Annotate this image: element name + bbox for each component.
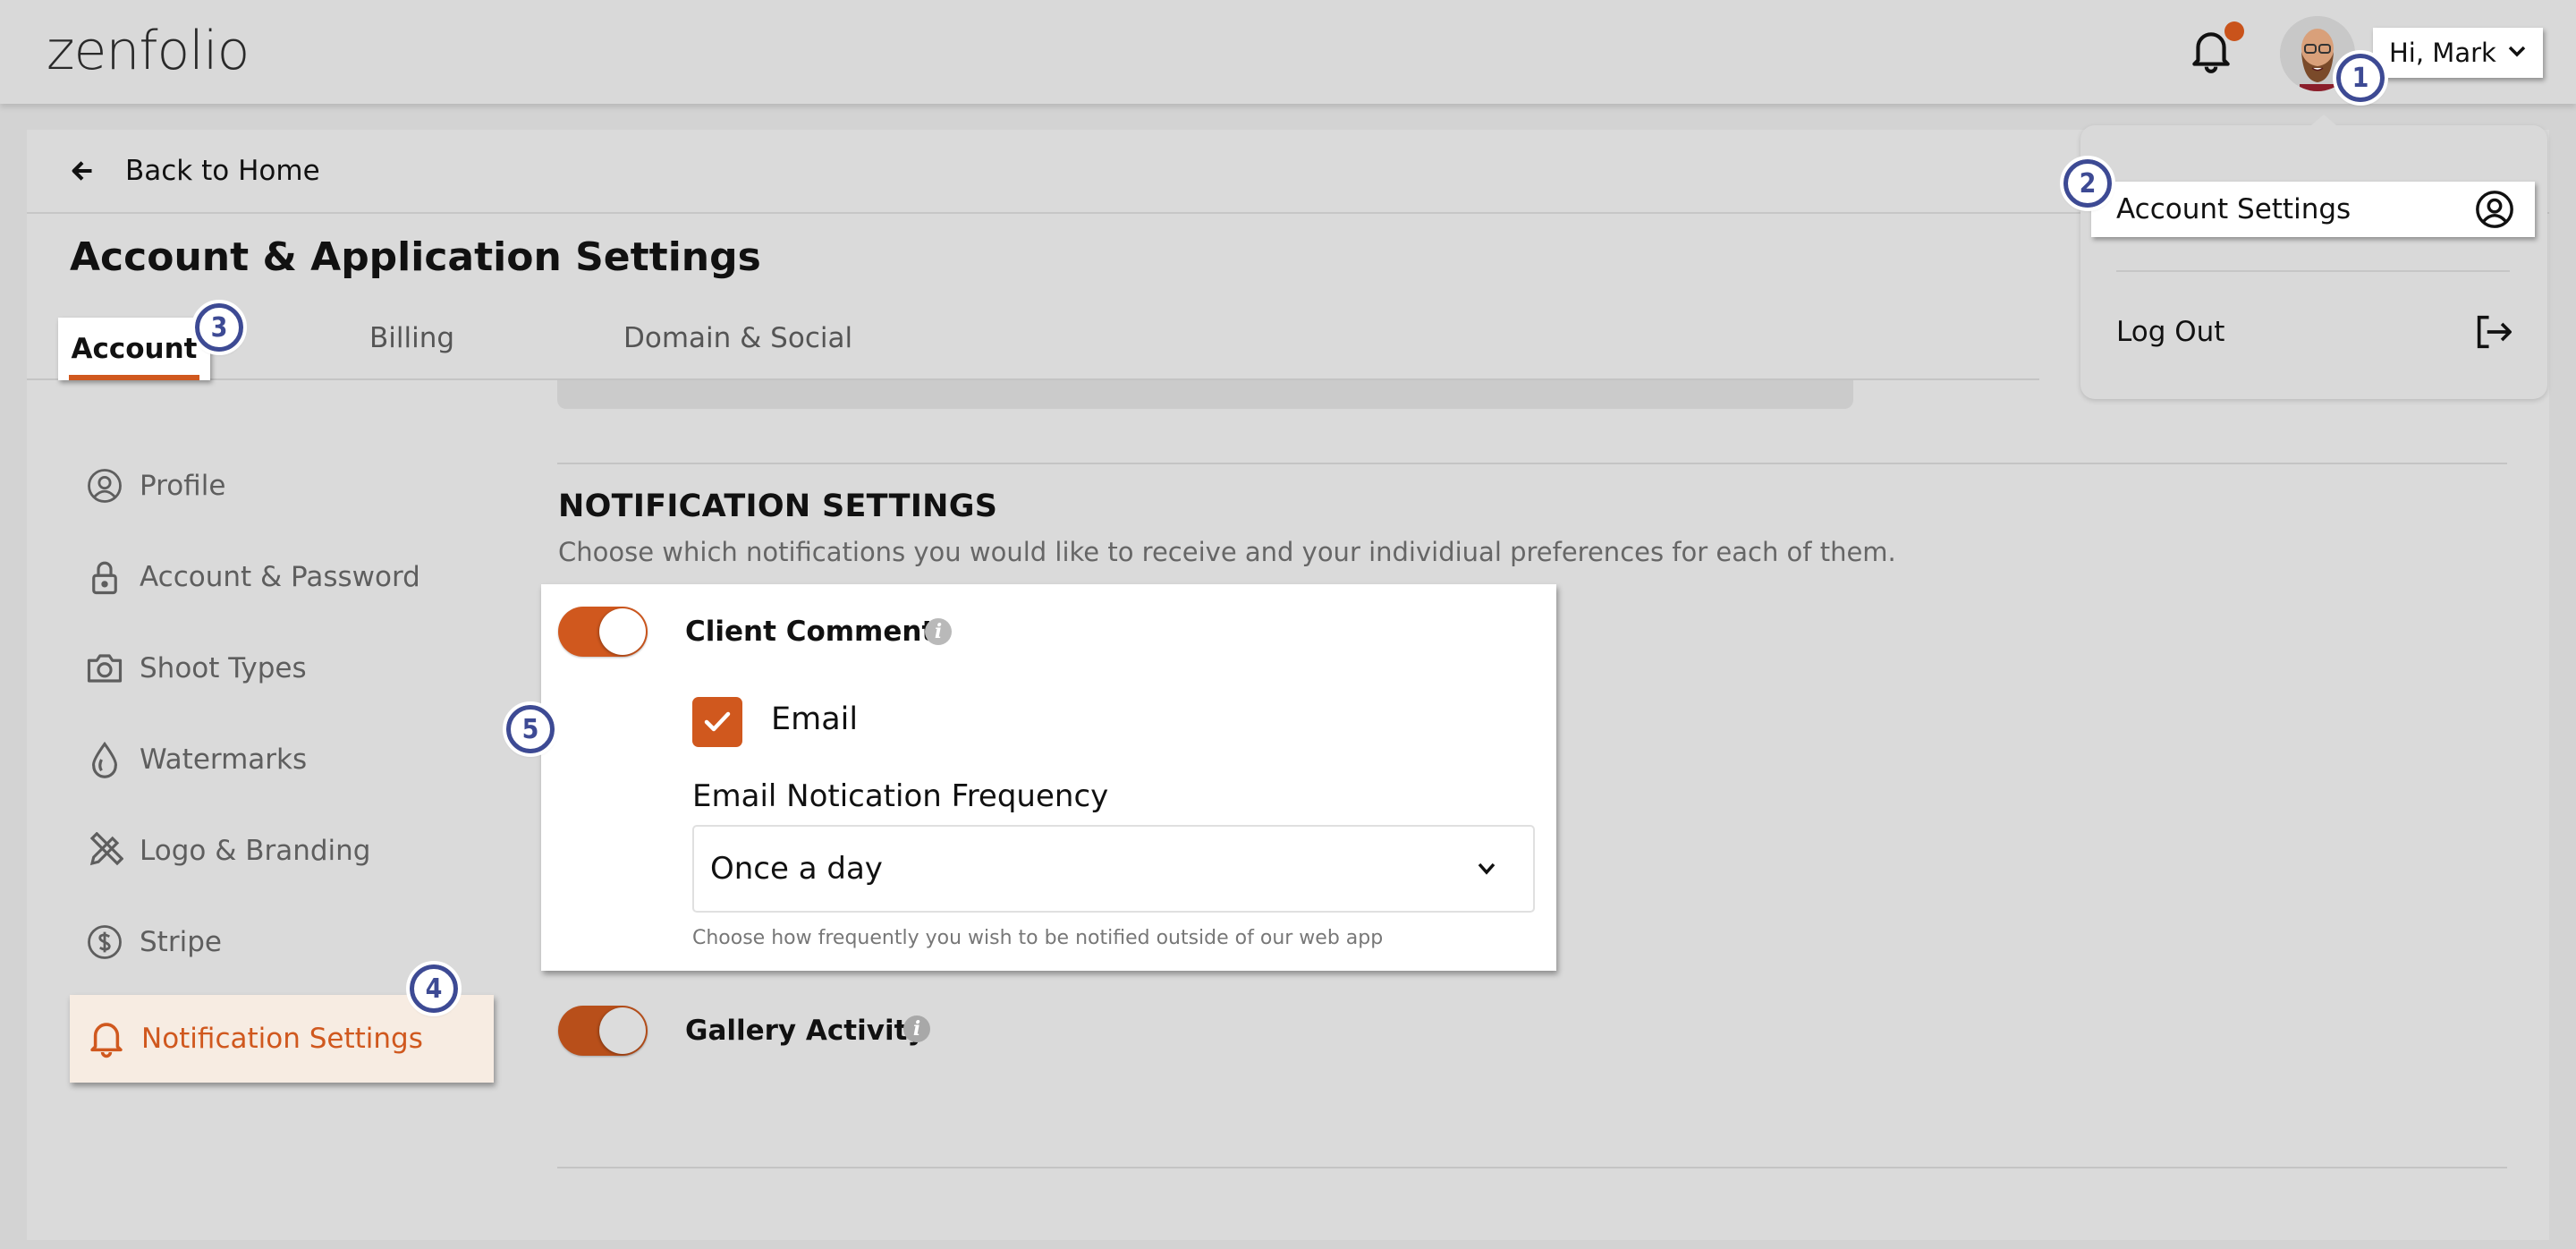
user-dropdown-menu bbox=[2080, 115, 2547, 399]
tab-account-label: Account bbox=[71, 333, 198, 365]
zenfolio-logo[interactable]: zenfolio bbox=[47, 20, 250, 82]
logout-icon bbox=[2477, 315, 2512, 349]
info-icon[interactable]: i bbox=[925, 618, 952, 645]
back-to-home-link[interactable]: Back to Home bbox=[70, 150, 320, 191]
user-circle-icon bbox=[88, 469, 122, 503]
frequency-help-text: Choose how frequently you wish to be not… bbox=[692, 927, 1384, 949]
frequency-label: Email Notication Frequency bbox=[692, 778, 1109, 814]
menu-item-log-out[interactable]: Log Out bbox=[2116, 309, 2513, 355]
frequency-value: Once a day bbox=[710, 851, 883, 887]
section-description: Choose which notifications you would lik… bbox=[558, 537, 1896, 567]
frequency-select[interactable]: Once a day bbox=[692, 825, 1535, 913]
step-badge-4: 4 bbox=[406, 961, 462, 1016]
section-title: NOTIFICATION SETTINGS bbox=[558, 489, 998, 524]
notification-dot bbox=[2224, 21, 2244, 41]
sidebar-item-profile[interactable]: Profile bbox=[86, 463, 225, 508]
step-badge-2: 2 bbox=[2060, 156, 2115, 211]
gallery-activity-toggle[interactable] bbox=[558, 1006, 648, 1056]
tab-billing[interactable]: Billing bbox=[369, 322, 454, 354]
camera-icon bbox=[87, 654, 123, 683]
toggle-knob bbox=[599, 1007, 646, 1054]
step-badge-1: 1 bbox=[2333, 50, 2388, 106]
sidebar-item-label: Notification Settings bbox=[141, 1023, 423, 1055]
checkmark-icon bbox=[704, 711, 731, 732]
sidebar-item-watermarks[interactable]: Watermarks bbox=[86, 737, 307, 782]
user-menu-button[interactable]: Hi, Mark bbox=[2373, 28, 2543, 78]
menu-item-label: Account Settings bbox=[2116, 193, 2351, 225]
sidebar-item-label: Account & Password bbox=[140, 561, 420, 593]
section-divider-bottom bbox=[557, 1167, 2507, 1168]
sidebar-item-shoot-types[interactable]: Shoot Types bbox=[86, 646, 307, 691]
sidebar-item-label: Shoot Types bbox=[140, 652, 307, 684]
menu-divider bbox=[2116, 270, 2510, 272]
toggle-knob bbox=[599, 608, 646, 655]
chevron-down-icon bbox=[1478, 862, 1496, 875]
bell-icon bbox=[90, 1023, 123, 1058]
sidebar-item-stripe[interactable]: Stripe bbox=[86, 920, 222, 964]
arrow-left-icon bbox=[72, 161, 92, 181]
sidebar-item-account-password[interactable]: Account & Password bbox=[86, 555, 420, 599]
sidebar-item-label: Watermarks bbox=[140, 743, 308, 776]
droplet-icon bbox=[91, 741, 118, 778]
info-icon[interactable]: i bbox=[903, 1015, 930, 1042]
page-title: Account & Application Settings bbox=[70, 234, 761, 280]
tab-domain-social[interactable]: Domain & Social bbox=[623, 322, 852, 354]
pencil-ruler-icon bbox=[89, 832, 123, 866]
client-comments-label: Client Comments bbox=[685, 616, 952, 648]
dollar-circle-icon bbox=[88, 925, 122, 959]
menu-item-label: Log Out bbox=[2116, 316, 2225, 348]
gallery-activity-label: Gallery Activity bbox=[685, 1015, 926, 1047]
user-greeting: Hi, Mark bbox=[2389, 38, 2496, 68]
section-divider bbox=[557, 463, 2507, 464]
back-to-home-label: Back to Home bbox=[125, 155, 320, 187]
collapsed-section-bar bbox=[557, 380, 1853, 409]
chevron-down-icon bbox=[2508, 46, 2526, 57]
step-badge-5: 5 bbox=[503, 701, 558, 757]
top-bar: zenfolio Hi, Mark bbox=[0, 0, 2576, 104]
user-circle-icon bbox=[2476, 191, 2513, 228]
sidebar-item-label: Stripe bbox=[140, 926, 222, 958]
lock-icon bbox=[92, 561, 117, 595]
sidebar-item-logo-branding[interactable]: Logo & Branding bbox=[86, 828, 371, 873]
tab-account[interactable]: Account bbox=[58, 318, 210, 380]
email-label: Email bbox=[771, 701, 859, 737]
step-badge-3: 3 bbox=[191, 300, 247, 355]
client-comments-toggle[interactable] bbox=[558, 607, 648, 657]
sidebar-item-label: Profile bbox=[140, 470, 226, 502]
dropdown-caret bbox=[2311, 115, 2336, 125]
menu-item-account-settings[interactable]: Account Settings bbox=[2091, 182, 2535, 237]
email-checkbox[interactable] bbox=[692, 697, 742, 747]
sidebar-item-label: Logo & Branding bbox=[140, 835, 371, 867]
active-tab-underline bbox=[69, 375, 199, 380]
